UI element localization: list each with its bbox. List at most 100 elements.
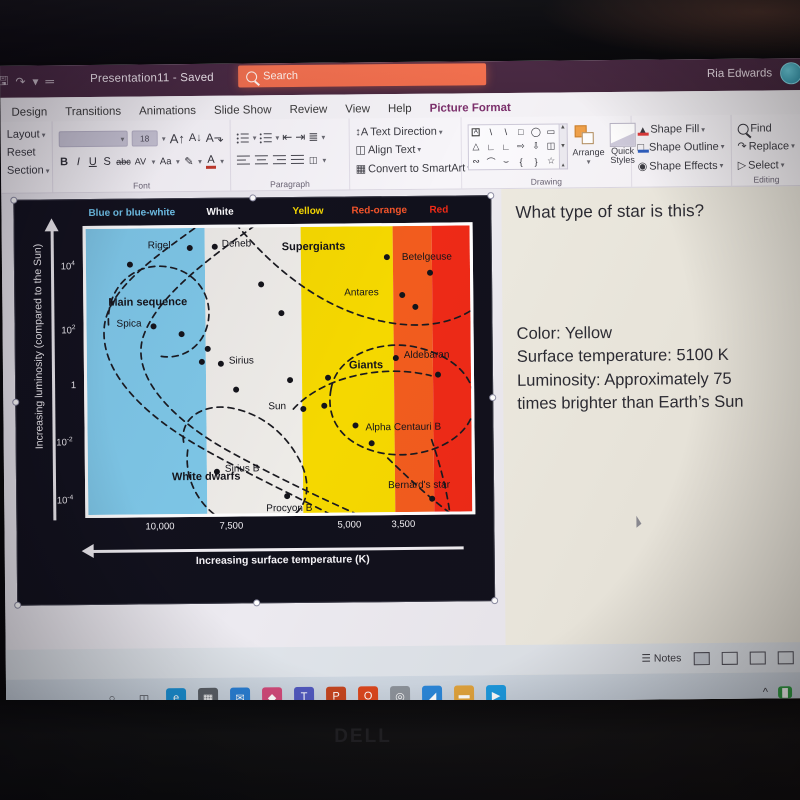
shape-scribble-icon[interactable]: ∾ [472,156,480,167]
resize-handle-nw[interactable] [10,196,18,204]
grow-font-button[interactable]: A↑ [170,131,185,146]
view-reading-button[interactable] [749,651,766,665]
shape-left-brace-icon[interactable]: { [520,156,523,166]
bold-button[interactable]: B [59,156,69,168]
undo-dropdown-icon[interactable]: ▾ [32,74,38,88]
shapes-more-icon[interactable]: ▴ [562,161,565,168]
text-direction-button[interactable]: ↕A Text Direction ▾ [355,120,454,140]
change-case-button[interactable]: Aa [159,156,172,167]
tab-view[interactable]: View [336,101,379,118]
bullets-icon[interactable] [236,132,250,144]
shape-oval-icon[interactable]: ◯ [531,126,541,137]
font-size-input[interactable]: 18 [131,130,158,147]
text-highlight-icon[interactable]: ✎ [184,154,194,167]
shape-elbow2-icon[interactable]: ∟ [502,142,511,152]
scroll-up-icon[interactable]: ▲ [560,124,566,130]
customize-qat-icon[interactable]: ═ [45,74,54,88]
chevron-down-icon[interactable]: ▾ [162,134,166,143]
arrange-label[interactable]: Arrange [572,147,604,157]
section-button[interactable]: Section ▾ [7,161,50,179]
align-center-icon[interactable] [254,154,268,166]
shape-right-arrow-icon[interactable]: ⇨ [517,141,525,152]
shape-right-brace-icon[interactable]: } [535,156,538,166]
resize-handle-n[interactable] [249,194,257,202]
chevron-down-icon[interactable]: ▾ [275,133,279,142]
tab-review[interactable]: Review [280,102,336,120]
view-slide-sorter-button[interactable] [721,651,738,665]
numbering-icon[interactable] [259,132,272,143]
resize-handle-w[interactable] [12,398,20,406]
shape-elbow-icon[interactable]: ∟ [487,142,496,152]
tab-animations[interactable]: Animations [130,103,205,121]
view-slide-show-button[interactable] [777,650,794,664]
columns-icon[interactable]: ◫ [309,154,318,165]
resize-handle-sw[interactable] [14,601,22,609]
replace-button[interactable]: ↷ Replace ▾ [737,136,795,156]
chevron-down-icon[interactable]: ▾ [152,157,156,166]
shape-star-icon[interactable]: ☆ [547,156,555,167]
quick-access-toolbar[interactable]: 🖫 ↷ ▾ ═ [0,71,54,93]
show-hidden-icons-arrow[interactable]: ^ [763,686,768,698]
chevron-down-icon[interactable]: ▾ [253,133,257,142]
align-left-icon[interactable] [236,154,250,166]
text-shadow-button[interactable]: S [102,156,112,168]
chevron-down-icon[interactable]: ▾ [220,156,224,165]
shrink-font-button[interactable]: A↓ [189,132,202,144]
shape-textbox-icon[interactable]: A [471,128,480,137]
account-name[interactable]: Ria Edwards [707,67,772,80]
layout-button[interactable]: Layout ▾ [7,125,46,143]
undo-icon[interactable]: ↷ [15,75,25,89]
shape-curve-icon[interactable]: ⌒ [487,155,496,168]
shape-fill-button[interactable]: ▲ Shape Fill ▾ [637,118,724,138]
shape-down-arrow-icon[interactable]: ⇩ [532,141,540,152]
slide-canvas[interactable]: Blue or blue-white White Yellow Red-oran… [10,192,499,609]
shapes-gallery[interactable]: A \ \ □ ◯ ▭ △ ∟ ∟ ⇨ ⇩ ◫ ∾ ⌒ ⌣ {} ☆ [467,123,560,171]
network-icon[interactable]: █ [778,686,793,699]
justify-icon[interactable] [290,154,304,165]
shape-effects-button[interactable]: ◉ Shape Effects ▾ [638,156,725,176]
search-box[interactable]: Search [238,63,487,88]
resize-handle-e[interactable] [489,394,497,402]
select-button[interactable]: ▷ Select ▾ [738,155,796,175]
shape-triangle-icon[interactable]: △ [472,142,479,153]
decrease-indent-icon[interactable]: ⇤ [282,130,292,144]
shape-rectangle-icon[interactable]: □ [518,127,524,137]
resize-handle-se[interactable] [491,597,499,605]
shape-rounded-rect-icon[interactable]: ▭ [547,126,556,137]
tab-transitions[interactable]: Transitions [56,104,130,122]
shape-outline-button[interactable]: □ Shape Outline ▾ [637,137,724,157]
align-text-button[interactable]: ◫ Align Text ▾ [355,139,454,159]
shape-callout-icon[interactable]: ◫ [547,141,556,152]
character-spacing-button[interactable]: AV [133,156,147,166]
chevron-down-icon[interactable]: ▾ [322,155,326,164]
font-name-input[interactable]: ▾ [58,130,128,148]
chevron-down-icon[interactable]: ▾ [573,157,605,166]
underline-button[interactable]: U [88,156,98,168]
convert-to-smartart-button[interactable]: ▦ Convert to SmartArt▾ [356,158,471,178]
chevron-down-icon[interactable]: ▾ [198,156,202,165]
find-button[interactable]: Find [737,117,795,137]
shapes-scrollbar[interactable]: ▲ ▼ ▴ [559,123,568,170]
reset-button[interactable]: Reset [7,143,46,161]
notes-button[interactable]: ☰ Notes [641,652,681,664]
increase-indent-icon[interactable]: ⇥ [295,130,305,144]
resize-handle-s[interactable] [253,599,261,607]
font-color-button[interactable]: A [205,153,217,169]
scroll-down-icon[interactable]: ▼ [560,143,566,149]
strikethrough-button[interactable]: abc [116,157,131,167]
tab-design[interactable]: Design [2,104,56,122]
align-right-icon[interactable] [272,154,286,166]
document-title[interactable]: Presentation11 - Saved [90,72,214,85]
tab-help[interactable]: Help [379,101,421,118]
resize-handle-ne[interactable] [487,192,495,200]
slide-text-panel[interactable]: What type of star is this? Color: Yellow… [501,186,800,702]
chevron-down-icon[interactable]: ▾ [321,132,325,141]
chevron-down-icon[interactable]: ▾ [176,157,180,166]
italic-button[interactable]: I [73,156,83,168]
line-spacing-icon[interactable]: ≣ [308,130,318,144]
avatar[interactable] [780,62,800,85]
view-normal-button[interactable] [693,651,710,665]
tab-slide-show[interactable]: Slide Show [205,102,281,120]
shape-arc-icon[interactable]: ⌣ [503,156,509,167]
save-icon[interactable]: 🖫 [0,71,8,92]
